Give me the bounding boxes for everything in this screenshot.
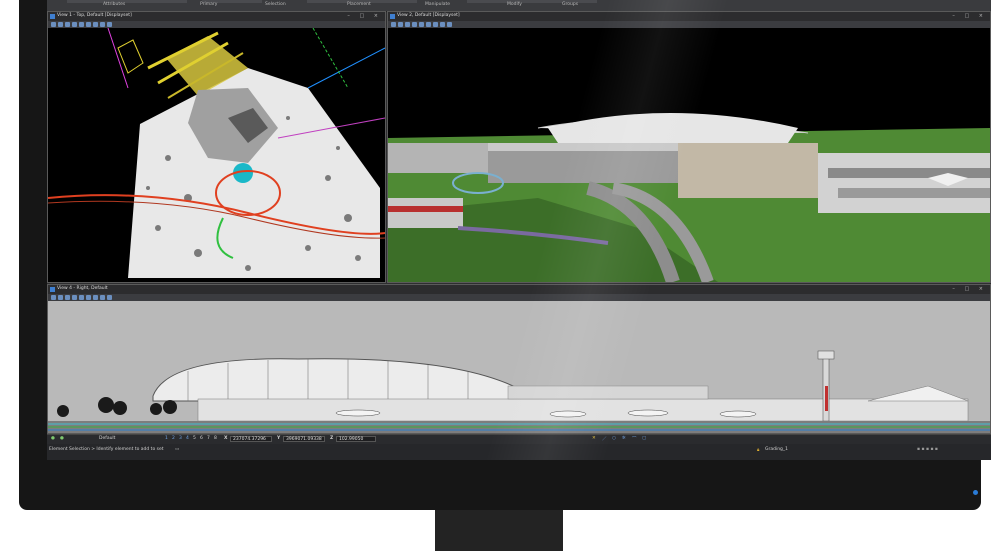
view-toggle-5[interactable]: 5 (193, 436, 196, 441)
window-control-buttons[interactable]: – □ × (347, 13, 382, 19)
message-bar: Element Selection > Identify element to … (47, 444, 991, 460)
zoom-in-icon[interactable] (65, 22, 70, 27)
window-area-icon[interactable] (58, 22, 63, 27)
view-attributes-icon[interactable] (391, 22, 396, 27)
circle-tool-icon[interactable]: ○ (612, 436, 616, 441)
view-1-titlebar[interactable]: View 1 - Top, Default [Displayset] – □ × (48, 12, 385, 21)
view-toggle-2[interactable]: 2 (172, 436, 175, 441)
status-icons[interactable]: ▪ ▪ ▪ ▪ ▪ (917, 447, 938, 452)
view-previous-icon[interactable] (100, 295, 105, 300)
zoom-out-icon[interactable] (72, 22, 77, 27)
view-2-titlebar[interactable]: View 2, Default [Displayset] – □ × (388, 12, 990, 21)
view-4-canvas[interactable] (48, 301, 990, 433)
pan-view-icon[interactable] (433, 22, 438, 27)
z-coordinate-field[interactable]: 102.99050 (336, 436, 376, 442)
window-control-buttons[interactable]: – □ × (952, 13, 987, 19)
view-toggle-6[interactable]: 6 (200, 436, 203, 441)
view-attributes-icon[interactable] (51, 295, 56, 300)
active-model-label: Grading_1 (765, 447, 789, 452)
window-area-icon[interactable] (58, 295, 63, 300)
rotate-view-icon[interactable] (426, 22, 431, 27)
y-label: Y (277, 436, 281, 441)
view-toggle-3[interactable]: 3 (179, 436, 182, 441)
view-icon (50, 14, 55, 19)
snap-mode-icon[interactable]: ✕ (592, 436, 596, 441)
view-toggle-4[interactable]: 4 (186, 436, 189, 441)
power-indicator (973, 490, 978, 495)
fit-view-icon[interactable] (79, 22, 84, 27)
view-2-title: View 2, Default [Displayset] (397, 13, 460, 18)
prompt-message: Element Selection > Identify element to … (49, 447, 164, 452)
zoom-in-icon[interactable] (405, 22, 410, 27)
fit-view-icon[interactable] (419, 22, 424, 27)
view-4-toolbar (48, 294, 990, 301)
view-previous-icon[interactable] (440, 22, 445, 27)
ribbon-group-manipulate[interactable]: Manipulate (425, 2, 450, 7)
fit-view-icon[interactable] (79, 295, 84, 300)
rotate-view-icon[interactable] (86, 22, 91, 27)
view-1-canvas[interactable] (48, 27, 385, 282)
snap-icon[interactable]: ● (51, 436, 55, 441)
view-4-titlebar[interactable]: View 4 - Right, Default – □ × (48, 285, 990, 294)
view-1-toolbar (48, 21, 385, 28)
view-previous-icon[interactable] (100, 22, 105, 27)
status-bar: ● ● Default 1 2 3 4 5 6 7 8 X 237074.372… (47, 434, 991, 444)
view-4-title: View 4 - Right, Default (57, 286, 108, 291)
x-coordinate-field[interactable]: 237074.37296 (230, 436, 272, 442)
zoom-in-icon[interactable] (65, 295, 70, 300)
arc-tool-icon[interactable]: ⌒ (632, 436, 637, 442)
view-4-right[interactable]: View 4 - Right, Default – □ × (47, 284, 991, 434)
fence-tool-icon[interactable]: ▢ (642, 436, 646, 441)
y-coordinate-field[interactable]: 3969071.09338 (283, 436, 325, 442)
view-toggle-7[interactable]: 7 (207, 436, 210, 441)
site-plan-drawing (48, 27, 385, 282)
accudraw-icon[interactable]: ● (60, 436, 64, 441)
zoom-out-icon[interactable] (72, 295, 77, 300)
view-next-icon[interactable] (447, 22, 452, 27)
ribbon-group-placement[interactable]: Placement (347, 2, 371, 7)
rotate-view-icon[interactable] (86, 295, 91, 300)
monitor-bezel: Attributes Primary Selection Placement M… (19, 0, 991, 510)
view-1-title: View 1 - Top, Default [Displayset] (57, 13, 132, 18)
window-area-icon[interactable] (398, 22, 403, 27)
view-attributes-icon[interactable] (51, 22, 56, 27)
ribbon-group-primary[interactable]: Primary (200, 2, 217, 7)
elevation-drawing (48, 301, 990, 433)
view-icon (390, 14, 395, 19)
rendered-3d-terminal (388, 28, 990, 282)
view-1-top[interactable]: View 1 - Top, Default [Displayset] – □ × (47, 11, 386, 283)
view-2-toolbar (388, 21, 990, 28)
gear-icon[interactable]: ✲ (622, 436, 626, 441)
ribbon-button-row (67, 0, 187, 3)
zoom-out-icon[interactable] (412, 22, 417, 27)
lock-icon[interactable]: 🔒︎ (757, 447, 759, 453)
ribbon-group-attributes[interactable]: Attributes (103, 2, 125, 7)
view-icon (50, 287, 55, 292)
monitor-stand (435, 510, 563, 551)
ribbon-group-groups[interactable]: Groups (562, 2, 578, 7)
application-window: Attributes Primary Selection Placement M… (47, 0, 991, 460)
view-2-canvas[interactable] (388, 28, 990, 282)
view-toggle-8[interactable]: 8 (214, 436, 217, 441)
window-control-buttons[interactable]: – □ × (952, 286, 987, 292)
view-next-icon[interactable] (107, 22, 112, 27)
view-2-perspective[interactable]: View 2, Default [Displayset] – □ × (387, 11, 991, 283)
ribbon-group-modify[interactable]: Modify (507, 2, 522, 7)
x-label: X (224, 436, 228, 441)
view-toggle-1[interactable]: 1 (165, 436, 168, 441)
selection-toggle-icon[interactable]: ▭ (175, 447, 179, 452)
z-label: Z (330, 436, 334, 441)
level-selector[interactable]: Default (99, 436, 115, 441)
ribbon-group-selection[interactable]: Selection (265, 2, 286, 7)
line-tool-icon[interactable]: ／ (602, 436, 607, 442)
pan-view-icon[interactable] (93, 295, 98, 300)
view-next-icon[interactable] (107, 295, 112, 300)
pan-view-icon[interactable] (93, 22, 98, 27)
